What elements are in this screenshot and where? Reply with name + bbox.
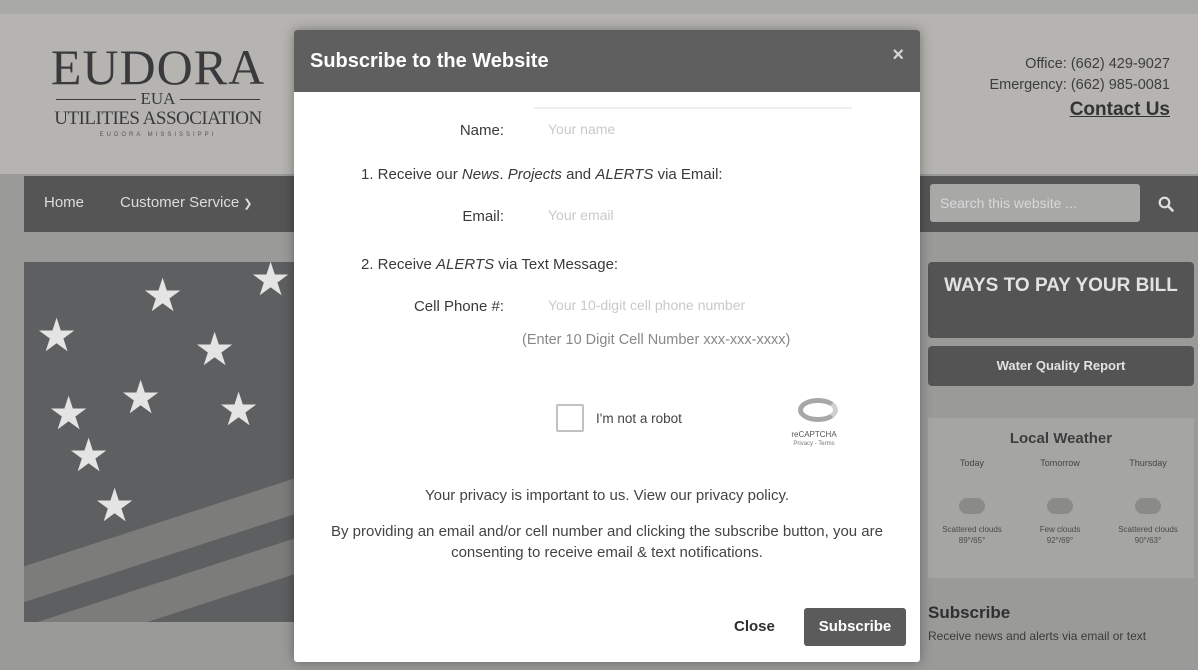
site-logo[interactable]: EUDORA EUA UTILITIES ASSOCIATION EUDORA … [44,42,272,138]
emergency-phone: Emergency: (662) 985-0081 [989,77,1170,93]
cell-phone-field[interactable] [538,290,852,320]
recaptcha-logo-icon [798,398,838,422]
consent-notice: By providing an email and/or cell number… [331,523,883,561]
search-input[interactable]: Search this website ... [930,184,1140,222]
nav-customer-service[interactable]: Customer Service ❯ [120,194,252,211]
hero-flag-image: ★ ★ ★ ★ ★ ★ ★ ★ ★ [24,262,324,622]
weather-desc: Few clouds 92°/69° [1039,525,1081,545]
weather-day-label: Tomorrow [1040,458,1080,468]
weather-day-label: Today [959,458,985,468]
weather-day-label: Thursday [1129,458,1167,468]
nav-customer-service-label: Customer Service [120,194,240,211]
email-label: Email: [462,208,504,225]
cloud-icon [1135,498,1161,514]
recaptcha-checkbox[interactable] [556,404,584,432]
recaptcha-brand: reCAPTCHA [791,430,837,439]
privacy-notice: Your privacy is important to us. View ou… [424,487,790,504]
logo-main-text: EUDORA [50,39,266,95]
logo-abbr: EUA [140,89,176,108]
subscribe-modal: Subscribe to the Website × Name: 1. Rece… [294,30,920,662]
nav-home[interactable]: Home [44,194,84,211]
close-icon[interactable]: × [892,44,904,67]
name-label: Name: [459,122,504,139]
chevron-down-icon: ❯ [243,198,253,210]
sidebar-subscribe-title: Subscribe [928,603,1011,622]
email-field[interactable] [538,200,852,230]
water-quality-report-button[interactable]: Water Quality Report [928,346,1194,386]
text-section-intro: 2. Receive ALERTS via Text Message: [361,256,619,273]
cloud-icon [959,498,985,514]
recaptcha-label: I'm not a robot [596,411,682,426]
logo-subtitle: UTILITIES ASSOCIATION [54,108,262,129]
weather-desc: Scattered clouds 90°/63° [1118,525,1178,545]
ways-to-pay-button[interactable]: WAYS TO PAY YOUR BILL [928,262,1194,338]
cell-phone-hint: (Enter 10 Digit Cell Number xxx-xxx-xxxx… [522,332,791,348]
logo-tagline: EUDORA MISSISSIPPI [99,132,217,138]
office-phone: Office: (662) 429-9027 [1025,56,1170,72]
recaptcha-widget: I'm not a robot reCAPTCHA Privacy - Term… [548,398,852,460]
weather-desc: Scattered clouds 89°/65° [942,525,1002,545]
contact-us-link[interactable]: Contact Us [1070,99,1170,120]
local-weather-widget: Local Weather Today Tomorrow Thursday Sc… [928,418,1194,578]
subscribe-button[interactable]: Subscribe [804,608,906,646]
sidebar-subscribe-text: Receive news and alerts via email or tex… [928,629,1147,643]
cloud-icon [1047,498,1073,514]
modal-header: Subscribe to the Website × [294,30,920,92]
logo-abbr-row: EUA [44,90,272,108]
close-button[interactable]: Close [734,618,775,635]
top-strip [0,0,1198,14]
search-icon[interactable] [1144,184,1188,222]
recaptcha-terms-link[interactable]: Privacy - Terms [774,441,854,447]
email-section-intro: 1. Receive our News. Projects and ALERTS… [361,166,723,183]
weather-title: Local Weather [1009,430,1113,447]
modal-title: Subscribe to the Website [310,50,549,72]
name-field[interactable] [538,114,852,144]
contact-info: Office: (662) 429-9027 Emergency: (662) … [989,54,1170,122]
cell-phone-label: Cell Phone #: [413,298,504,315]
